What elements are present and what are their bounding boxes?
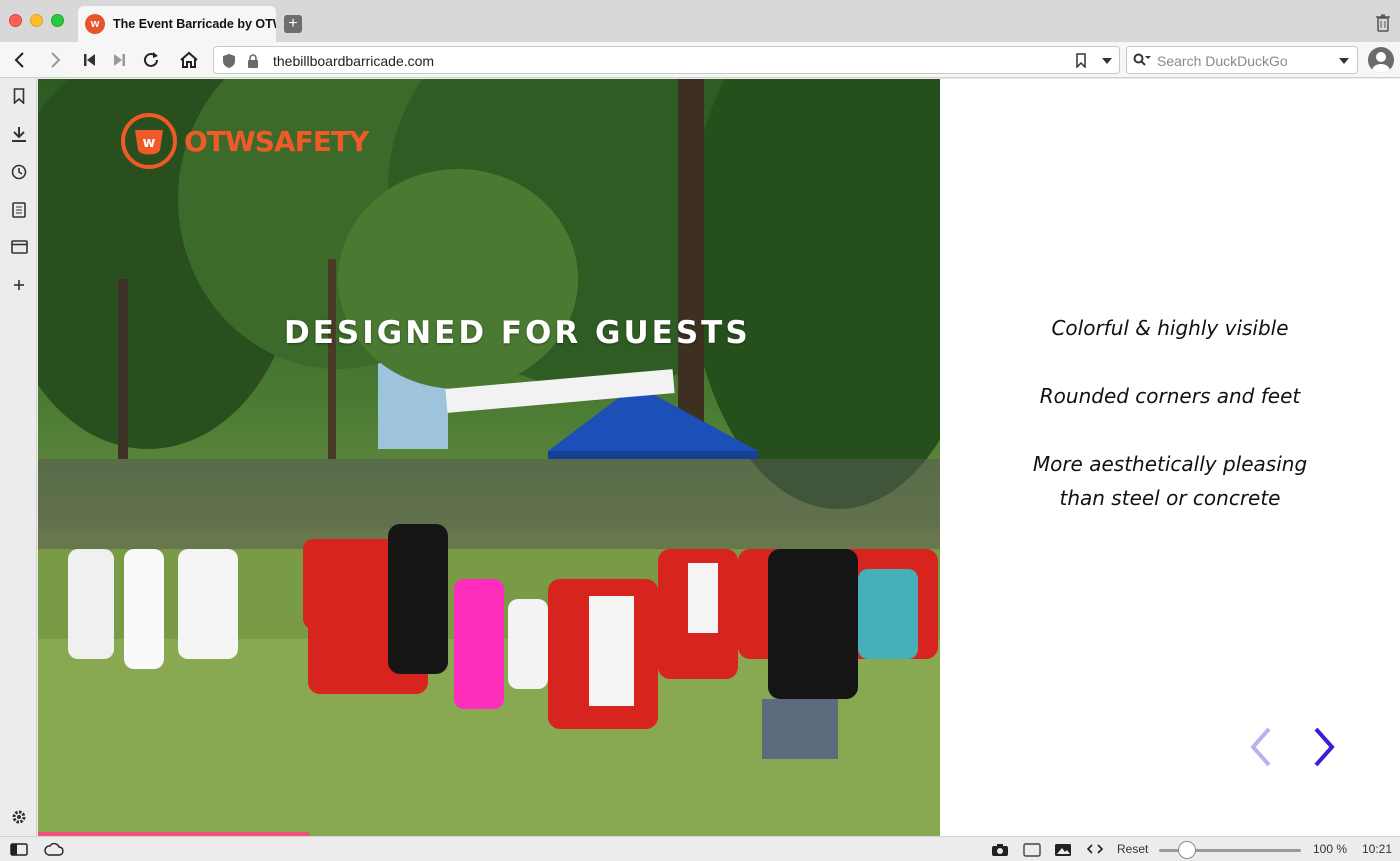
tab-active[interactable]: w The Event Barricade by OTW S bbox=[78, 6, 276, 42]
zoom-slider-handle[interactable] bbox=[1178, 841, 1196, 859]
zoom-reset-button[interactable]: Reset bbox=[1117, 842, 1148, 856]
side-panel bbox=[0, 78, 37, 836]
toggle-panel-button[interactable] bbox=[10, 843, 28, 856]
page-content: w OTWSAFETY DESIGNED FOR GUESTS Colorful… bbox=[38, 79, 1400, 836]
site-favicon-icon: w bbox=[85, 14, 105, 34]
skip-back-icon bbox=[84, 54, 95, 66]
add-web-panel-button[interactable] bbox=[8, 274, 30, 296]
bookmark-icon[interactable] bbox=[1075, 53, 1087, 68]
window-panel-button[interactable] bbox=[8, 236, 30, 258]
sidebar-toggle-icon bbox=[10, 843, 28, 856]
reload-button[interactable] bbox=[139, 48, 163, 72]
feature-item: More aesthetically pleasing bbox=[1032, 452, 1308, 476]
svg-text:w: w bbox=[143, 135, 156, 151]
feature-panel: Colorful & highly visible Rounded corner… bbox=[940, 79, 1400, 836]
skip-forward-icon bbox=[114, 54, 125, 66]
settings-button[interactable] bbox=[8, 806, 30, 828]
screenshot-button[interactable] bbox=[991, 843, 1009, 857]
address-bar[interactable]: thebillboardbarricade.com bbox=[213, 46, 1120, 74]
bookmarks-panel-button[interactable] bbox=[8, 85, 30, 107]
chevron-left-icon bbox=[1250, 727, 1271, 767]
next-slide-button[interactable] bbox=[1308, 725, 1338, 769]
new-tab-button[interactable]: + bbox=[284, 15, 302, 33]
tile-icon bbox=[1023, 843, 1041, 857]
close-window-button[interactable] bbox=[9, 14, 22, 27]
shield-icon[interactable] bbox=[222, 53, 236, 69]
rewind-button[interactable] bbox=[78, 48, 102, 72]
history-panel-button[interactable] bbox=[8, 161, 30, 183]
logo-mark-icon: w bbox=[121, 113, 177, 169]
notes-panel-button[interactable] bbox=[8, 199, 30, 221]
fast-forward-button[interactable] bbox=[107, 48, 131, 72]
clock-icon bbox=[11, 164, 27, 180]
chevron-right-icon bbox=[1314, 727, 1335, 767]
cloud-icon bbox=[44, 843, 64, 856]
notes-icon bbox=[12, 202, 26, 218]
sync-button[interactable] bbox=[44, 843, 64, 856]
status-bar: Reset 100 % 10:21 bbox=[0, 836, 1400, 861]
download-icon bbox=[12, 127, 26, 142]
search-placeholder: Search DuckDuckGo bbox=[1157, 53, 1288, 69]
chevron-down-icon[interactable] bbox=[1339, 58, 1349, 64]
search-field[interactable]: Search DuckDuckGo bbox=[1126, 46, 1358, 74]
brand-logo: w OTWSAFETY bbox=[120, 110, 369, 172]
gear-icon bbox=[12, 810, 26, 824]
hero-slide: w OTWSAFETY DESIGNED FOR GUESTS bbox=[38, 79, 940, 836]
image-icon bbox=[1055, 844, 1071, 856]
navigation-toolbar: thebillboardbarricade.com Search DuckDuc… bbox=[0, 42, 1400, 78]
back-arrow-icon bbox=[14, 52, 24, 68]
tiling-button[interactable] bbox=[1023, 843, 1041, 857]
zoom-reset-label: Reset bbox=[1117, 842, 1149, 856]
feature-item: Colorful & highly visible bbox=[1051, 316, 1289, 340]
clock-label: 10:21 bbox=[1362, 842, 1393, 856]
feature-item: Rounded corners and feet bbox=[1039, 384, 1301, 408]
code-icon bbox=[1087, 844, 1103, 854]
home-icon bbox=[180, 51, 198, 68]
hero-headline: DESIGNED FOR GUESTS bbox=[284, 315, 751, 351]
forward-button[interactable] bbox=[44, 48, 68, 72]
window-icon bbox=[10, 240, 28, 254]
profile-avatar[interactable] bbox=[1368, 47, 1394, 73]
clock: 10:21 bbox=[1362, 842, 1392, 856]
plus-icon bbox=[14, 280, 24, 290]
minimize-window-button[interactable] bbox=[30, 14, 43, 27]
url-text: thebillboardbarricade.com bbox=[273, 53, 435, 69]
user-icon bbox=[1372, 52, 1390, 73]
zoom-level: 100 % bbox=[1313, 842, 1347, 856]
reload-icon bbox=[144, 52, 158, 67]
logo-text: OTWSAFETY bbox=[184, 124, 369, 158]
search-icon bbox=[1133, 53, 1151, 66]
browser-window: w The Event Barricade by OTW S + bbox=[0, 0, 1400, 861]
trash-icon[interactable] bbox=[1376, 14, 1390, 32]
maximize-window-button[interactable] bbox=[51, 14, 64, 27]
previous-slide-button[interactable] bbox=[1247, 725, 1277, 769]
tab-bar: w The Event Barricade by OTW S + bbox=[0, 0, 1400, 42]
camera-icon bbox=[992, 844, 1008, 856]
tab-title: The Event Barricade by OTW S bbox=[113, 17, 276, 31]
lock-icon bbox=[248, 54, 258, 68]
bookmark-icon bbox=[13, 88, 25, 104]
chevron-down-icon[interactable] bbox=[1102, 58, 1112, 64]
festival-photo bbox=[38, 79, 940, 836]
page-actions-button[interactable] bbox=[1087, 843, 1103, 855]
images-toggle-button[interactable] bbox=[1054, 843, 1072, 857]
downloads-panel-button[interactable] bbox=[8, 123, 30, 145]
home-button[interactable] bbox=[177, 48, 201, 72]
zoom-level-label: 100 % bbox=[1313, 842, 1348, 856]
forward-arrow-icon bbox=[51, 52, 61, 68]
feature-item-continued: than steel or concrete bbox=[1059, 486, 1281, 510]
back-button[interactable] bbox=[7, 48, 31, 72]
